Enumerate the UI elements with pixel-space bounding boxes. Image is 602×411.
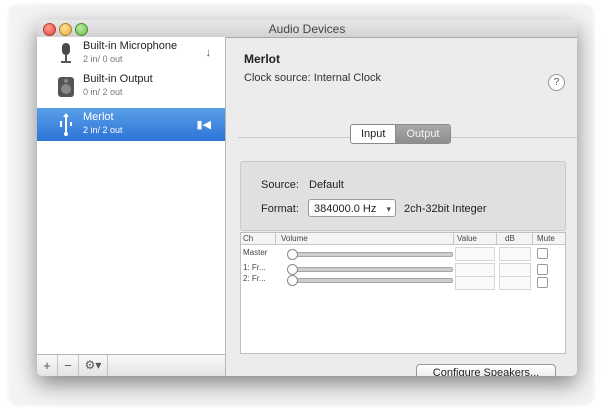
stream-properties-box: Source: Default Format: 384000.0 Hz ▾ 2c… (240, 161, 566, 231)
device-row-built-in-microphone[interactable]: Built-in Microphone 2 in/ 0 out ↓ (37, 37, 225, 70)
window-title: Audio Devices (268, 22, 346, 36)
speaker-icon (58, 77, 74, 97)
source-value: Default (309, 179, 344, 191)
input-output-segmented-control: Input Output (350, 124, 451, 144)
channel-label-2: 2: Fr... (243, 274, 266, 283)
master-mute-checkbox[interactable] (537, 248, 548, 259)
channel-label-master: Master (243, 248, 268, 257)
device-list: Built-in Microphone 2 in/ 0 out ↓ Built-… (37, 37, 226, 376)
channel-2-db-field[interactable] (499, 276, 531, 290)
master-db-field[interactable] (499, 247, 531, 261)
slider-knob[interactable] (287, 249, 298, 260)
channel-1-mute-checkbox[interactable] (537, 264, 548, 275)
channel-1-db-field[interactable] (499, 263, 531, 277)
column-header-value: Value (457, 234, 477, 243)
column-header-ch: Ch (243, 234, 254, 243)
column-header-mute: Mute (537, 234, 555, 243)
column-header-volume: Volume (281, 234, 308, 243)
configure-speakers-button[interactable]: Configure Speakers... (416, 364, 556, 376)
add-device-button[interactable]: + (37, 355, 58, 376)
device-detail-pane: Merlot Clock source: Internal Clock ? In… (226, 37, 577, 376)
channel-1-value-field[interactable] (455, 263, 495, 277)
slider-knob[interactable] (287, 275, 298, 286)
master-value-field[interactable] (455, 247, 495, 261)
slider-knob[interactable] (287, 264, 298, 275)
device-name: Built-in Output (83, 73, 153, 85)
tab-input[interactable]: Input (351, 125, 397, 143)
channel-2-mute-checkbox[interactable] (537, 277, 548, 288)
clock-source-label: Clock source: Internal Clock (244, 72, 381, 84)
device-io: 2 in/ 0 out (83, 54, 123, 64)
device-row-merlot[interactable]: Merlot 2 in/ 2 out ▮◀ (37, 108, 225, 141)
device-name: Built-in Microphone (83, 40, 178, 52)
source-label: Source: (261, 179, 299, 191)
device-row-built-in-output[interactable]: Built-in Output 0 in/ 2 out (37, 70, 225, 103)
device-io: 2 in/ 2 out (83, 125, 123, 135)
channel-label-1: 1: Fr... (243, 263, 266, 272)
device-io: 0 in/ 2 out (83, 87, 123, 97)
channel-2-volume-slider[interactable] (287, 275, 453, 286)
device-name: Merlot (83, 111, 114, 123)
chevron-down-icon: ▾ (386, 204, 391, 214)
microphone-icon (61, 43, 71, 63)
audio-devices-window: Audio Devices Built-in Microphone 2 in/ … (37, 20, 577, 376)
format-label: Format: (261, 203, 299, 215)
format-rate-value: 384000.0 Hz (314, 203, 377, 215)
format-rate-select[interactable]: 384000.0 Hz ▾ (308, 199, 396, 217)
master-volume-slider[interactable] (287, 249, 453, 260)
device-title: Merlot (244, 52, 280, 66)
input-device-badge-icon: ↓ (205, 47, 212, 59)
remove-device-button[interactable]: − (58, 355, 79, 376)
gear-menu-button[interactable]: ⚙▾ (79, 355, 108, 376)
tab-output[interactable]: Output (396, 125, 450, 143)
channel-2-value-field[interactable] (455, 276, 495, 290)
column-header-db: dB (505, 234, 515, 243)
channel-1-volume-slider[interactable] (287, 264, 453, 275)
help-button[interactable]: ? (548, 74, 565, 91)
channel-volume-table: Ch Volume Value dB Mute Master 1: Fr... … (240, 232, 566, 354)
title-bar[interactable]: Audio Devices (37, 20, 577, 38)
format-bits-label: 2ch-32bit Integer (404, 203, 487, 215)
default-device-badge-icon: ▮◀ (196, 119, 211, 131)
table-header: Ch Volume Value dB Mute (241, 233, 565, 245)
usb-icon (60, 113, 72, 136)
device-list-toolbar: + − ⚙▾ (37, 354, 225, 376)
